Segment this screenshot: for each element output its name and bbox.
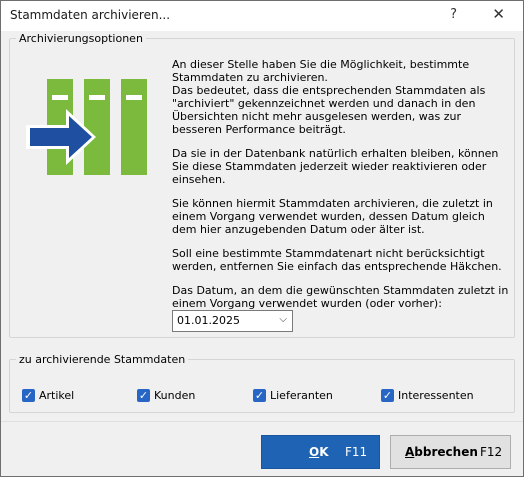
cancel-button[interactable]: Abbrechen F12 — [390, 435, 511, 469]
ok-button-shortcut: F11 — [345, 445, 368, 459]
check-icon[interactable]: ✓ — [22, 389, 35, 402]
description-text: An dieser Stelle haben Sie die Möglichke… — [172, 58, 510, 321]
ok-button-label: OK — [309, 445, 329, 459]
masterdata-legend: zu archivierende Stammdaten — [19, 353, 186, 366]
description-paragraph: Das Datum, an dem die gewünschten Stammd… — [172, 284, 509, 310]
checkbox-label: Lieferanten — [270, 389, 333, 402]
check-icon[interactable]: ✓ — [381, 389, 394, 402]
check-icon[interactable]: ✓ — [137, 389, 150, 402]
dialog-window: Stammdaten archivieren... ? ✕ Archivieru… — [0, 0, 524, 477]
masterdata-group: zu archivierende Stammdaten ✓ Artikel ✓ … — [9, 353, 515, 413]
description-paragraph: Da sie in der Datenbank natürlich erhalt… — [172, 147, 499, 186]
ok-button[interactable]: OK F11 — [261, 435, 380, 469]
date-value: 01.01.2025 — [177, 314, 240, 327]
description-paragraph: Soll eine bestimmte Stammdatenart nicht … — [172, 247, 502, 273]
footer-divider — [1, 421, 523, 422]
description-paragraph: An dieser Stelle haben Sie die Möglichke… — [172, 58, 470, 84]
chevron-down-icon[interactable]: ⌵ — [279, 314, 287, 325]
checkbox-label: Kunden — [154, 389, 196, 402]
cancel-button-label: Abbrechen — [405, 445, 478, 459]
title-bar[interactable]: Stammdaten archivieren... ? ✕ — [1, 1, 523, 31]
description-paragraph: Sie können hiermit Stammdaten archiviere… — [172, 197, 493, 236]
checkbox-label: Artikel — [39, 389, 75, 402]
archive-binders-icon — [26, 79, 147, 175]
check-icon[interactable]: ✓ — [253, 389, 266, 402]
close-button[interactable]: ✕ — [492, 5, 505, 23]
archive-options-legend: Archivierungsoptionen — [19, 32, 143, 45]
help-button[interactable]: ? — [450, 7, 457, 22]
archive-options-group: Archivierungsoptionen An dieser Stelle h… — [9, 32, 515, 338]
date-picker[interactable]: 01.01.2025 ⌵ — [172, 310, 293, 332]
checkbox-label: Interessenten — [398, 389, 474, 402]
cancel-button-shortcut: F12 — [480, 445, 503, 459]
description-paragraph: Das bedeutet, dass die entsprechenden St… — [172, 84, 486, 136]
window-title: Stammdaten archivieren... — [10, 8, 171, 22]
